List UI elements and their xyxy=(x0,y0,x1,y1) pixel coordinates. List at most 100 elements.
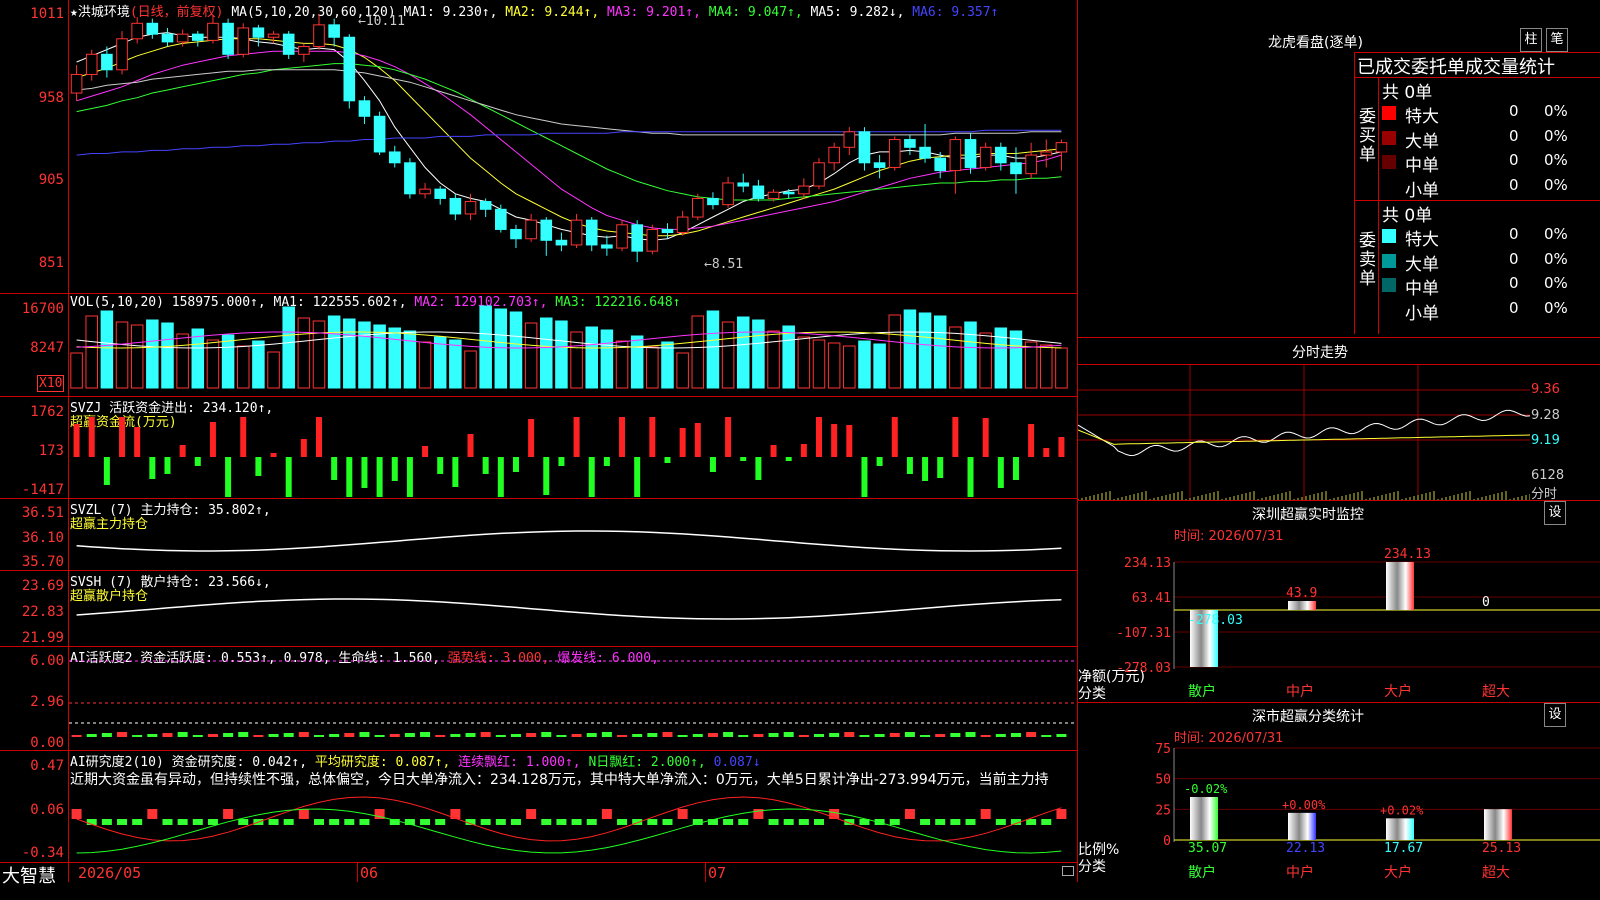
candle xyxy=(585,219,598,246)
bar-mode-button[interactable]: 柱 xyxy=(1520,28,1542,52)
order-pct: 0% xyxy=(1544,298,1568,317)
research-bar xyxy=(647,819,658,825)
flow-bar xyxy=(406,457,413,497)
category-bar xyxy=(1386,562,1414,610)
ai-active-chart[interactable] xyxy=(69,647,1076,750)
volume-bar xyxy=(676,352,689,389)
main-holding-chart[interactable] xyxy=(69,499,1076,570)
volume-bar xyxy=(449,339,462,389)
y-tick: 6.00 xyxy=(30,653,64,669)
candle xyxy=(252,27,265,38)
sz-settings-button[interactable]: 设 xyxy=(1544,501,1566,525)
research-bar xyxy=(662,819,673,825)
research-bar xyxy=(435,819,446,825)
retail-holding-chart[interactable] xyxy=(69,571,1076,646)
volume-bar xyxy=(585,326,598,389)
active-bar xyxy=(117,732,128,737)
candle xyxy=(161,33,174,43)
volume-bar xyxy=(464,350,477,389)
active-bar xyxy=(950,733,961,737)
research-bar xyxy=(192,819,203,825)
active-bar xyxy=(344,733,355,737)
volume-chart[interactable] xyxy=(69,294,1076,396)
candle xyxy=(752,185,765,199)
research-bar xyxy=(117,819,128,825)
research-bar xyxy=(950,819,961,825)
active-bar xyxy=(435,735,446,737)
research-bar xyxy=(223,809,234,819)
research-bar xyxy=(268,819,279,825)
vol-unit-badge[interactable]: X10 xyxy=(37,375,65,392)
candle xyxy=(510,228,522,240)
axis-tick: 75 xyxy=(1155,742,1171,757)
candle xyxy=(373,115,386,153)
candle xyxy=(434,188,447,199)
timeshare-chart[interactable] xyxy=(1078,365,1530,500)
candle xyxy=(298,46,310,55)
active-bar xyxy=(253,735,264,737)
category-label: 中户 xyxy=(1286,683,1314,700)
active-bar xyxy=(404,733,415,737)
candle xyxy=(631,224,643,252)
category-label: 大户 xyxy=(1384,864,1412,881)
ai-research-chart[interactable] xyxy=(69,751,1076,862)
volume-bar xyxy=(873,343,886,389)
active-bar xyxy=(556,735,567,737)
candle xyxy=(707,197,719,206)
active-bar xyxy=(874,734,885,737)
volume-bar xyxy=(979,332,992,389)
flow-bar xyxy=(649,417,656,457)
flow-bar xyxy=(422,446,429,457)
y-tick: 1762 xyxy=(30,404,64,420)
active-bar xyxy=(192,735,203,737)
flow-bar xyxy=(603,457,610,466)
axis-tick: 50 xyxy=(1155,773,1171,788)
category-label: 超大 xyxy=(1482,865,1510,881)
flow-bar xyxy=(512,457,519,472)
flow-bar xyxy=(816,417,822,457)
candle xyxy=(995,146,1007,164)
research-bar xyxy=(995,819,1006,825)
brand-logo[interactable]: 大智慧 xyxy=(2,862,56,888)
candle xyxy=(85,53,98,75)
candle xyxy=(782,191,795,195)
volume-bar xyxy=(267,351,280,389)
y-tick: 22.83 xyxy=(21,604,64,620)
candle xyxy=(464,201,477,215)
active-bar xyxy=(207,734,218,737)
research-bar xyxy=(480,819,491,825)
cls-settings-button[interactable]: 设 xyxy=(1544,703,1566,727)
capital-flow-chart[interactable] xyxy=(69,397,1076,498)
holding-line xyxy=(76,598,1062,620)
kline-panel[interactable]: 1011 958 905 851 ★洪城环境(日线，前复权) MA(5,10,2… xyxy=(0,0,1078,900)
flow-bar xyxy=(225,457,232,497)
active-bar xyxy=(1056,734,1067,737)
category-bar xyxy=(1386,818,1414,840)
ma-line xyxy=(76,69,1062,136)
date-label: 2026/05 xyxy=(78,864,142,882)
candle xyxy=(176,33,189,43)
active-bar xyxy=(935,734,946,737)
flow-bar xyxy=(740,457,747,461)
research-bar xyxy=(526,809,537,819)
active-bar xyxy=(980,735,991,737)
volume-bar xyxy=(736,316,750,389)
y-tick: 16700 xyxy=(21,301,64,317)
lock-icon[interactable] xyxy=(1062,866,1074,876)
cls-stats-chart[interactable]: 75 50 25 0 35.07 -0.02% 散户 22.13 +0.00% 中户 17.67 +0… xyxy=(1078,740,1600,900)
flow-bar xyxy=(331,457,338,480)
active-bar xyxy=(995,734,1006,737)
kline-chart[interactable] xyxy=(69,0,1076,293)
pen-mode-button[interactable]: 笔 xyxy=(1546,28,1568,52)
active-bar xyxy=(465,733,476,737)
active-bar xyxy=(541,732,552,737)
order-count: 0 xyxy=(1509,274,1519,292)
candle xyxy=(479,201,492,210)
volume-bar xyxy=(555,320,568,389)
order-name: 大单 xyxy=(1405,131,1439,152)
active-bar xyxy=(571,734,582,737)
flow-bar xyxy=(876,457,883,466)
research-bar xyxy=(723,819,734,825)
axis-tick: 234.13 xyxy=(1124,556,1171,571)
sz-monitor-chart[interactable]: 234.1363.41-107.31-278.03-278.03散户43.9中户… xyxy=(1078,540,1600,700)
